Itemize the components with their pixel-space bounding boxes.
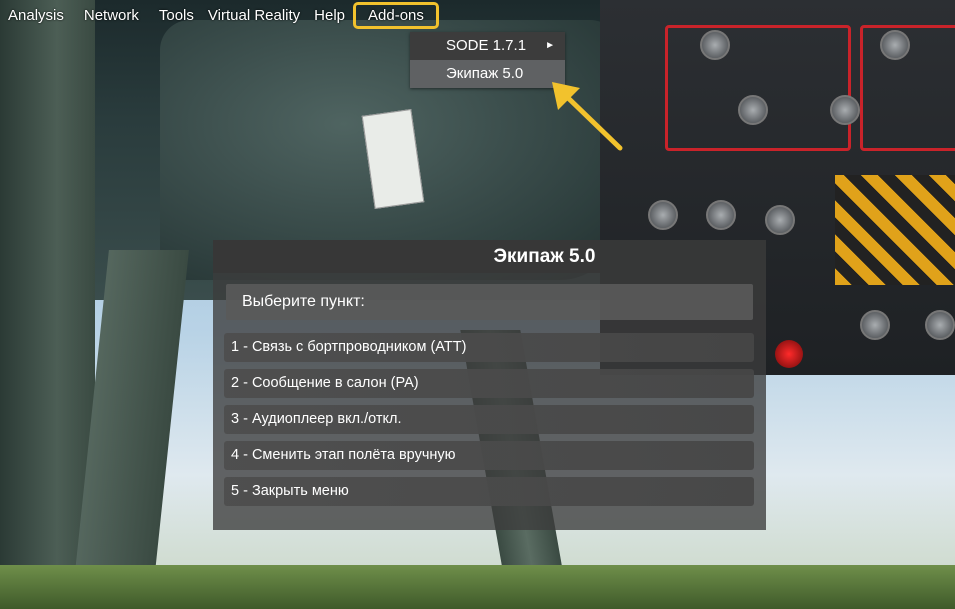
menu-bar: Analysis Network Tools Virtual Reality H… [0, 0, 439, 30]
dialog-prompt: Выберите пункт: [226, 284, 753, 320]
menu-add-ons[interactable]: Add-ons [353, 1, 439, 29]
dialog-title: Экипаж 5.0 [213, 240, 766, 273]
option-close-menu[interactable]: 5 - Закрыть меню [224, 477, 754, 506]
warning-light [775, 340, 803, 368]
annotation-arrow-icon [552, 82, 623, 151]
option-cabin-announcement[interactable]: 2 - Сообщение в салон (PA) [224, 369, 754, 398]
option-call-attendant[interactable]: 1 - Связь с бортпроводником (ATT) [224, 333, 754, 362]
option-change-flight-phase[interactable]: 4 - Сменить этап полёта вручную [224, 441, 754, 470]
menu-item-sode[interactable]: SODE 1.7.1 ► [410, 32, 565, 60]
add-ons-dropdown: SODE 1.7.1 ► Экипаж 5.0 [410, 32, 565, 88]
option-audio-player[interactable]: 3 - Аудиоплеер вкл./откл. [224, 405, 754, 434]
menu-virtual-reality[interactable]: Virtual Reality [202, 7, 306, 24]
menu-item-label: Экипаж 5.0 [446, 65, 524, 82]
menu-network[interactable]: Network [78, 7, 145, 24]
menu-tools[interactable]: Tools [153, 7, 200, 24]
menu-item-ekipazh[interactable]: Экипаж 5.0 [410, 60, 565, 88]
dialog-options: 1 - Связь с бортпроводником (ATT) 2 - Со… [224, 333, 754, 513]
menu-analysis[interactable]: Analysis [0, 7, 70, 24]
menu-item-label: SODE 1.7.1 [446, 37, 527, 54]
menu-help[interactable]: Help [308, 7, 351, 24]
submenu-arrow-icon: ► [545, 40, 555, 51]
crew-dialog: Экипаж 5.0 Выберите пункт: 1 - Связь с б… [213, 240, 766, 530]
ground-trees [0, 565, 955, 609]
